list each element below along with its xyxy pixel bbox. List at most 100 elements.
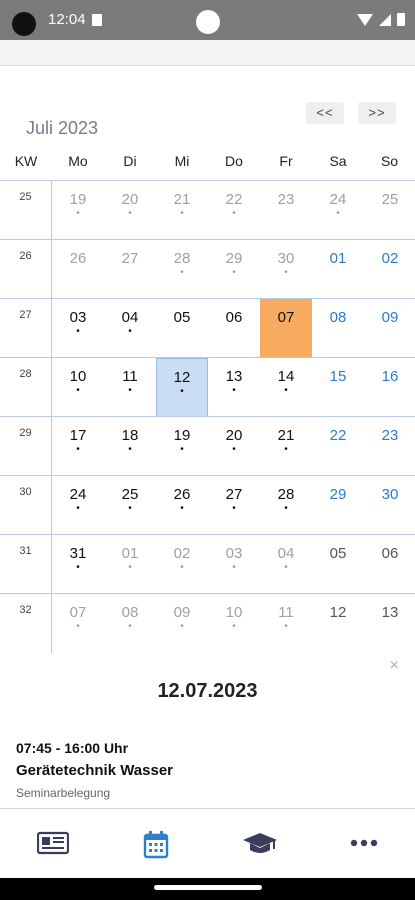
camera-punch-hole	[196, 10, 220, 34]
day-number: 30	[381, 486, 399, 503]
calendar-day[interactable]: 16	[364, 358, 415, 417]
calendar-day[interactable]: 28 •	[156, 240, 208, 299]
week-number: 27	[0, 299, 52, 358]
day-number: 24	[329, 191, 347, 208]
calendar-day[interactable]: 10 •	[208, 594, 260, 653]
day-number: 28	[277, 486, 295, 503]
home-gesture-bar[interactable]	[154, 885, 262, 890]
more-icon[interactable]	[344, 831, 384, 859]
calendar-day[interactable]: 20 •	[208, 417, 260, 476]
calendar-day[interactable]: 21 •	[156, 181, 208, 240]
header-fr: Fr	[279, 153, 293, 169]
calendar-day[interactable]: 07 •	[52, 594, 104, 653]
close-detail-button[interactable]: ×	[390, 657, 399, 675]
calendar-day[interactable]: 22 •	[208, 181, 260, 240]
calendar-day[interactable]: 06	[208, 299, 260, 358]
day-number: 13	[381, 604, 399, 621]
calendar-day[interactable]: 01	[312, 240, 364, 299]
system-navigation-bar	[0, 878, 415, 900]
calendar-day[interactable]: 05	[156, 299, 208, 358]
calendar-day[interactable]: 25 •	[104, 476, 156, 535]
week-number: 28	[0, 358, 52, 417]
previous-month-button[interactable]: <<	[306, 102, 344, 124]
day-number: 10	[69, 368, 87, 385]
event-indicator-dot: •	[232, 503, 236, 514]
calendar-day[interactable]: 17 •	[52, 417, 104, 476]
calendar-day[interactable]: 29 •	[208, 240, 260, 299]
news-icon[interactable]	[33, 831, 73, 859]
month-title: Juli 2023	[26, 118, 99, 138]
calendar-day[interactable]: 11 •	[104, 358, 156, 417]
calendar-day[interactable]: 06	[364, 535, 415, 594]
calendar-day[interactable]: 31 •	[52, 535, 104, 594]
calendar-day[interactable]: 14 •	[260, 358, 312, 417]
day-number: 10	[225, 604, 243, 621]
calendar-day[interactable]: 12	[312, 594, 364, 653]
event-indicator-dot: •	[76, 562, 80, 573]
calendar-week-row: 29 17 • 18 • 19 • 20 • 21 • 22 23	[0, 416, 415, 476]
event-indicator-dot: •	[76, 385, 80, 396]
calendar-day[interactable]: 09 •	[156, 594, 208, 653]
day-number: 20	[121, 191, 139, 208]
day-number: 27	[225, 486, 243, 503]
calendar-day[interactable]: 20 •	[104, 181, 156, 240]
calendar-day[interactable]: 19 •	[52, 181, 104, 240]
header-mi: Mi	[174, 153, 190, 169]
calendar-day[interactable]: 02	[364, 240, 415, 299]
calendar-day[interactable]: 05	[312, 535, 364, 594]
calendar-day[interactable]: 10 •	[52, 358, 104, 417]
day-number: 29	[329, 486, 347, 503]
header-di: Di	[123, 153, 137, 169]
day-number: 15	[329, 368, 347, 385]
calendar-day[interactable]: 03 •	[52, 299, 104, 358]
calendar-day[interactable]: 01 •	[104, 535, 156, 594]
event-title[interactable]: Gerätetechnik Wasser	[16, 762, 173, 779]
calendar-day[interactable]: 13	[364, 594, 415, 653]
calendar-day[interactable]: 27	[104, 240, 156, 299]
calendar-day[interactable]: 08 •	[104, 594, 156, 653]
calendar-day[interactable]: 22	[312, 417, 364, 476]
day-number: 12	[173, 369, 191, 386]
calendar-day[interactable]: 12 •	[156, 358, 208, 417]
graduation-cap-icon[interactable]	[240, 831, 280, 859]
calendar-day[interactable]: 04 •	[104, 299, 156, 358]
calendar-day[interactable]: 11 •	[260, 594, 312, 653]
calendar-day[interactable]: 24 •	[52, 476, 104, 535]
calendar-day[interactable]: 19 •	[156, 417, 208, 476]
calendar-day[interactable]: 23	[260, 181, 312, 240]
calendar-day[interactable]: 02 •	[156, 535, 208, 594]
calendar-day[interactable]: 04 •	[260, 535, 312, 594]
day-number: 17	[69, 427, 87, 444]
calendar-day[interactable]: 23	[364, 417, 415, 476]
calendar-day[interactable]: 30	[364, 476, 415, 535]
day-number: 19	[173, 427, 191, 444]
calendar-day[interactable]: 25	[364, 181, 415, 240]
calendar-day[interactable]: 26	[52, 240, 104, 299]
day-number: 01	[329, 250, 347, 267]
calendar-day[interactable]: 27 •	[208, 476, 260, 535]
calendar-day[interactable]: 21 •	[260, 417, 312, 476]
calendar-day[interactable]: 26 •	[156, 476, 208, 535]
event-indicator-dot: •	[76, 621, 80, 632]
day-number: 28	[173, 250, 191, 267]
calendar-day[interactable]: 28 •	[260, 476, 312, 535]
day-number: 30	[277, 250, 295, 267]
calendar-day[interactable]: 07	[260, 299, 312, 358]
event-indicator-dot: •	[232, 267, 236, 278]
calendar-day[interactable]: 24 •	[312, 181, 364, 240]
calendar-day[interactable]: 15	[312, 358, 364, 417]
calendar-day[interactable]: 08	[312, 299, 364, 358]
calendar-day[interactable]: 30 •	[260, 240, 312, 299]
day-number: 04	[121, 309, 139, 326]
calendar-day[interactable]: 09	[364, 299, 415, 358]
calendar-day[interactable]: 29	[312, 476, 364, 535]
calendar-day[interactable]: 03 •	[208, 535, 260, 594]
day-number: 12	[329, 604, 347, 621]
weekday-header-row: KW Mo Di Mi Do Fr Sa So	[0, 150, 415, 180]
calendar-icon[interactable]	[136, 831, 176, 859]
calendar-day[interactable]: 18 •	[104, 417, 156, 476]
day-number: 22	[329, 427, 347, 444]
calendar-day[interactable]: 13 •	[208, 358, 260, 417]
next-month-button[interactable]: >>	[358, 102, 396, 124]
calendar-week-row: 30 24 • 25 • 26 • 27 • 28 • 29 30	[0, 475, 415, 535]
